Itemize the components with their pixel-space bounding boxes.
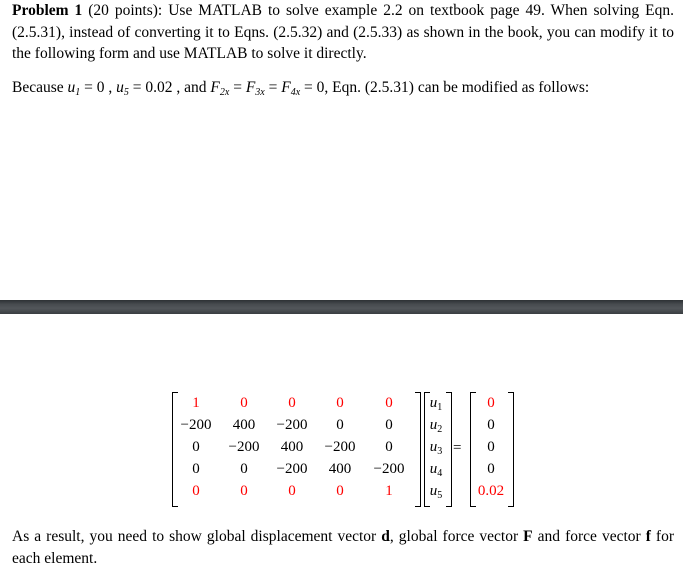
because-suffix: , Eqn. (2.5.31) can be modified as follo… (324, 79, 590, 96)
matrix-cell-r1-c3: 0 (288, 395, 296, 411)
matrix-cell-r2-c5: 0 (385, 417, 393, 433)
result-statement: As a result, you need to show global dis… (12, 526, 674, 569)
vector-rhs-right-bracket (508, 392, 514, 507)
rhs-cell-4: 0 (487, 461, 495, 477)
matrix-cell-r2-c2: 400 (232, 417, 256, 433)
equals-sign: = (453, 440, 462, 456)
matrix-cell-r2-c3: −200 (276, 417, 308, 433)
page-divider-bar (0, 300, 683, 314)
f3x-symbol: F3x (245, 79, 265, 98)
equals-sign: = (300, 79, 317, 96)
matrix-cell-r4-c3: −200 (276, 461, 308, 477)
vector-u-left-bracket (424, 392, 430, 507)
matrix-cell-r3-c2: −200 (228, 439, 260, 455)
matrix-cell-r5-c3: 0 (288, 483, 296, 499)
matrix-cell-r5-c5: 1 (385, 483, 393, 499)
rhs-cell-3: 0 (487, 439, 495, 455)
problem-text: (20 points): Use MATLAB to solve example… (12, 2, 674, 62)
rhs-cell-1: 0 (487, 395, 495, 411)
result-text-3: and force vector (532, 528, 646, 545)
f4x-symbol: F4x (281, 79, 301, 98)
unknown-u3: u3 (429, 439, 443, 457)
because-statement: Because u1 = 0 , u5 = 0.02 , and F2x = F… (12, 77, 674, 99)
matrix-cell-r1-c5: 0 (385, 395, 393, 411)
rhs-cell-5: 0.02 (477, 483, 505, 499)
matrix-cell-r3-c5: 0 (385, 439, 393, 455)
equals-sign: = (229, 79, 246, 96)
matrix-cell-r5-c4: 0 (336, 483, 344, 499)
and-text: , and (176, 79, 211, 96)
problem-statement: Problem 1 (20 points): Use MATLAB to sol… (12, 0, 674, 65)
f2x-symbol: F2x (210, 79, 230, 98)
u5-symbol: u5 (116, 79, 129, 98)
vector-u-right-bracket (446, 392, 452, 507)
vector-d-label: d (381, 528, 390, 545)
matrix-cell-r3-c4: −200 (324, 439, 356, 455)
matrix-cell-r1-c4: 0 (336, 395, 344, 411)
matrix-cell-r4-c2: 0 (240, 461, 248, 477)
matrix-cell-r3-c1: 0 (192, 439, 200, 455)
matrix-cell-r5-c2: 0 (240, 483, 248, 499)
matrix-left-bracket (172, 392, 178, 507)
equals-sign: = (264, 79, 282, 96)
result-text-2: , global force vector (389, 528, 524, 545)
because-prefix: Because (12, 79, 68, 96)
matrix-cell-r2-c1: −200 (180, 417, 212, 433)
matrix-cell-r1-c2: 0 (240, 395, 248, 411)
vector-F-label: F (523, 528, 533, 545)
unknown-u1: u1 (429, 395, 443, 413)
matrix-cell-r1-c1: 1 (192, 395, 200, 411)
matrix-cell-r2-c4: 0 (336, 417, 344, 433)
matrix-cell-r3-c3: 400 (280, 439, 304, 455)
problem-title: Problem 1 (12, 2, 83, 19)
matrix-cell-r4-c4: 400 (328, 461, 352, 477)
matrix-right-bracket (415, 392, 421, 507)
unknown-u5: u5 (429, 483, 443, 501)
matrix-cell-r4-c5: −200 (373, 461, 405, 477)
matrix-cell-r4-c1: 0 (192, 461, 200, 477)
rhs-cell-2: 0 (487, 417, 495, 433)
unknown-u2: u2 (429, 417, 443, 435)
matrix-cell-r5-c1: 0 (192, 483, 200, 499)
u5-value: = 0.02 (128, 79, 177, 96)
vector-rhs-left-bracket (470, 392, 476, 507)
u1-value: = 0 , (80, 79, 117, 96)
u1-symbol: u1 (67, 79, 81, 98)
unknown-u4: u4 (429, 461, 443, 479)
result-text-1: As a result, you need to show global dis… (12, 528, 382, 545)
